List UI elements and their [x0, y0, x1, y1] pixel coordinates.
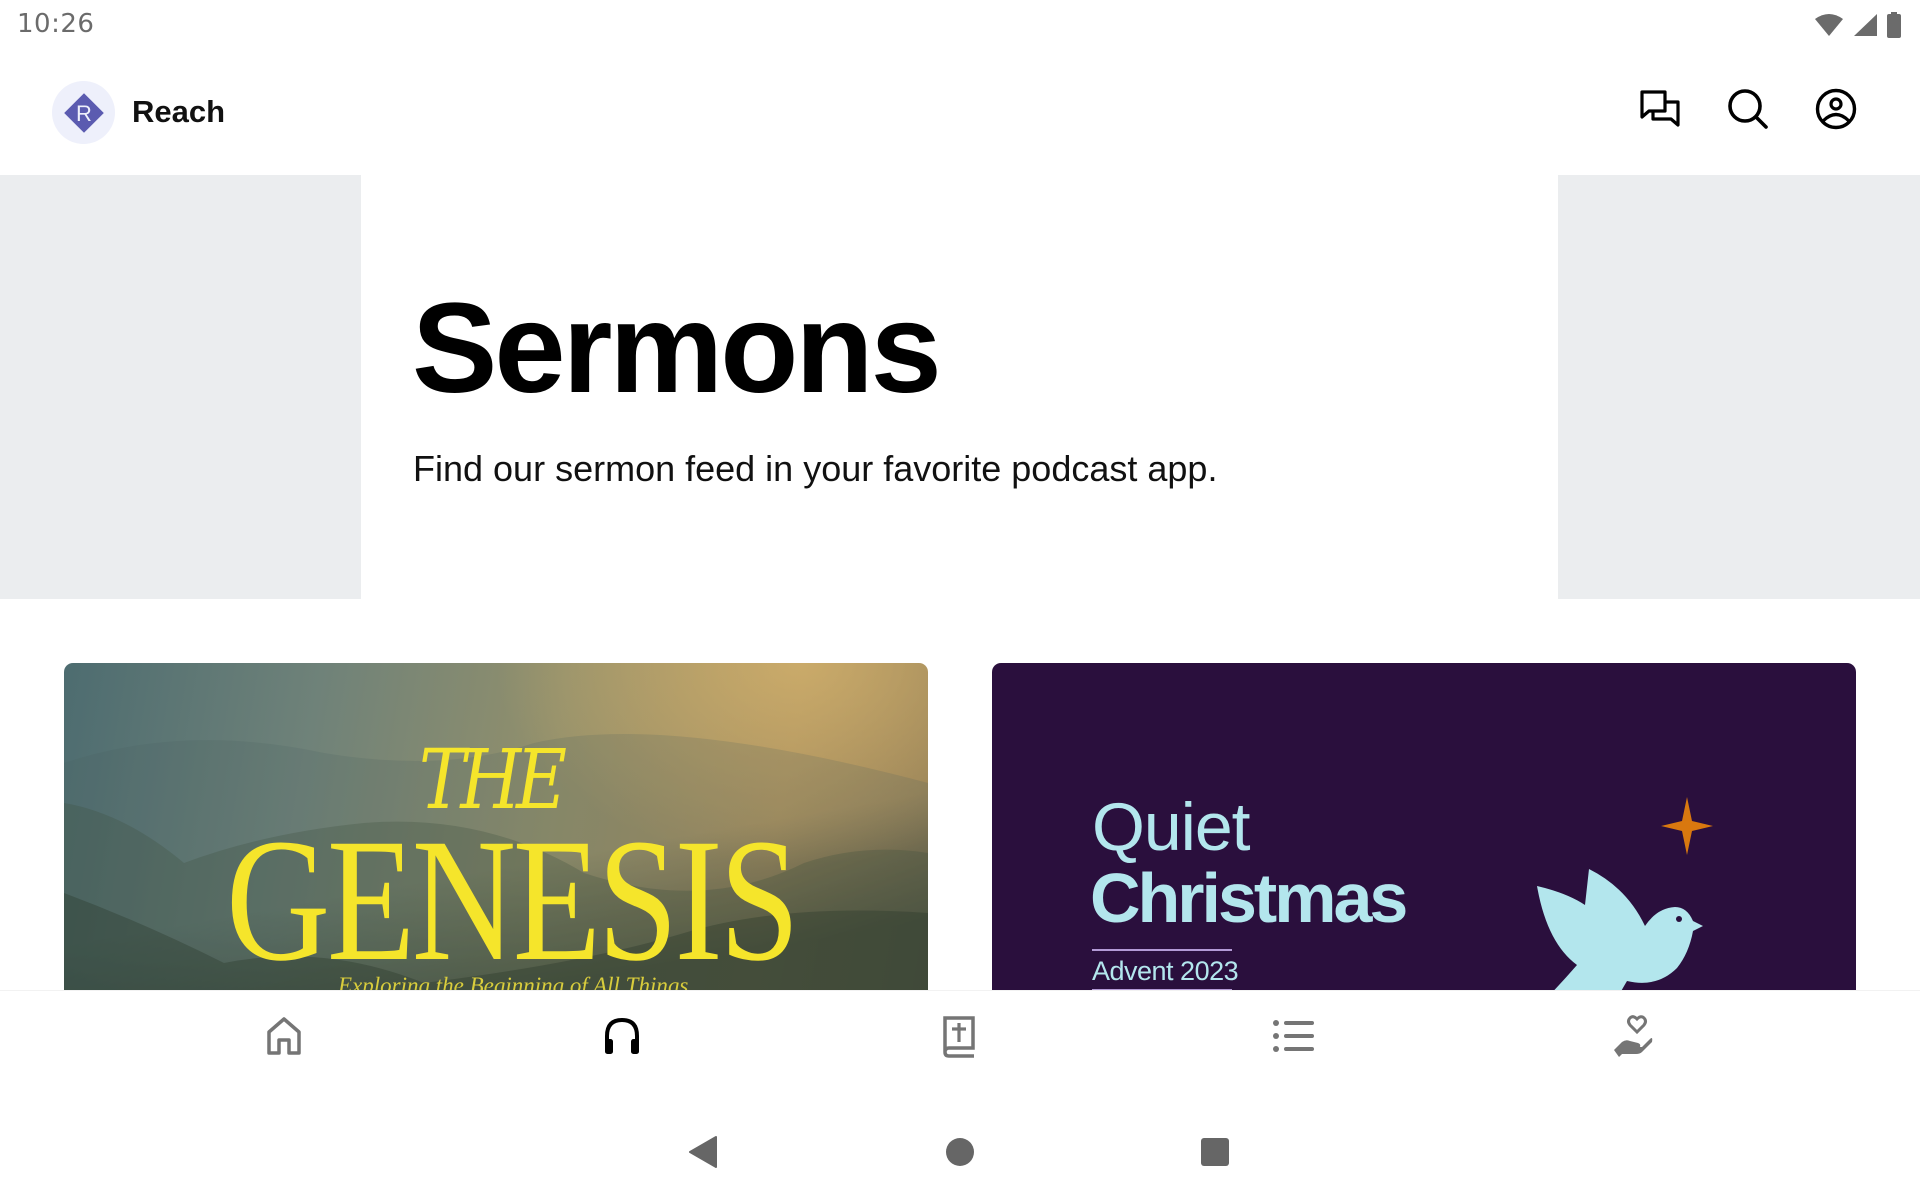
- status-time: 10:26: [17, 9, 95, 39]
- system-home-button[interactable]: [942, 1134, 978, 1170]
- bible-icon: [943, 1016, 975, 1058]
- battery-icon: [1886, 12, 1902, 38]
- series-subtitle: Advent 2023: [1092, 956, 1239, 986]
- series-card-genesis[interactable]: THE GENESIS Exploring the Beginning of A…: [64, 663, 928, 990]
- dove-illustration-icon: [1537, 797, 1713, 990]
- hero-banner: Sermons Find our sermon feed in your fav…: [0, 175, 1920, 599]
- back-triangle-icon: [689, 1136, 717, 1168]
- nav-home[interactable]: [254, 1011, 314, 1061]
- nav-sermons[interactable]: [592, 1011, 652, 1061]
- sermon-series-list: THE GENESIS Exploring the Beginning of A…: [0, 663, 1920, 990]
- screen: 10:26 R Reach Sermons Find our sermon fe…: [0, 0, 1920, 1200]
- app-logo[interactable]: R: [52, 81, 115, 144]
- series-subtitle: Exploring the Beginning of All Things: [338, 973, 689, 990]
- star-icon: [1661, 797, 1713, 855]
- system-back-button[interactable]: [685, 1134, 721, 1170]
- series-title-line1: Quiet: [1092, 789, 1251, 865]
- status-bar: 10:26: [0, 0, 1920, 52]
- headphones-icon: [605, 1017, 639, 1054]
- hero-content: Sermons Find our sermon feed in your fav…: [361, 175, 1558, 599]
- home-icon: [267, 1017, 301, 1055]
- system-navigation-bar: [0, 1100, 1920, 1200]
- recents-square-icon: [1201, 1138, 1229, 1166]
- page-title: Sermons: [412, 277, 942, 420]
- nav-give[interactable]: [1603, 1011, 1663, 1061]
- home-circle-icon: [946, 1138, 974, 1166]
- list-icon: [1273, 1020, 1314, 1052]
- system-recents-button[interactable]: [1197, 1134, 1233, 1170]
- series-card-quiet-christmas[interactable]: Quiet Christmas Advent 2023: [992, 663, 1856, 990]
- chat-bubbles-icon: [1640, 90, 1680, 127]
- logo-diamond-icon: R: [63, 92, 104, 133]
- divider: [1092, 949, 1232, 951]
- app-name: Reach: [132, 94, 226, 129]
- cellular-signal-icon: [1852, 13, 1878, 37]
- profile-button[interactable]: [1814, 87, 1858, 131]
- nav-bible[interactable]: [929, 1011, 989, 1061]
- app-actions: [1638, 87, 1858, 131]
- search-button[interactable]: [1726, 87, 1770, 131]
- page-subtitle: Find our sermon feed in your favorite po…: [413, 448, 1218, 489]
- wifi-icon: [1814, 13, 1844, 37]
- search-icon: [1728, 89, 1768, 129]
- status-icons: [1814, 12, 1902, 38]
- nav-list[interactable]: [1264, 1011, 1324, 1061]
- account-circle-icon: [1815, 88, 1857, 130]
- give-heart-hand-icon: [1614, 1015, 1653, 1057]
- series-title-line2: Christmas: [1090, 859, 1408, 937]
- series-title: GENESIS: [226, 803, 800, 990]
- bottom-navigation: [0, 990, 1920, 1100]
- logo-letter: R: [76, 101, 92, 126]
- app-bar: R Reach: [0, 52, 1920, 175]
- chat-button[interactable]: [1638, 87, 1682, 131]
